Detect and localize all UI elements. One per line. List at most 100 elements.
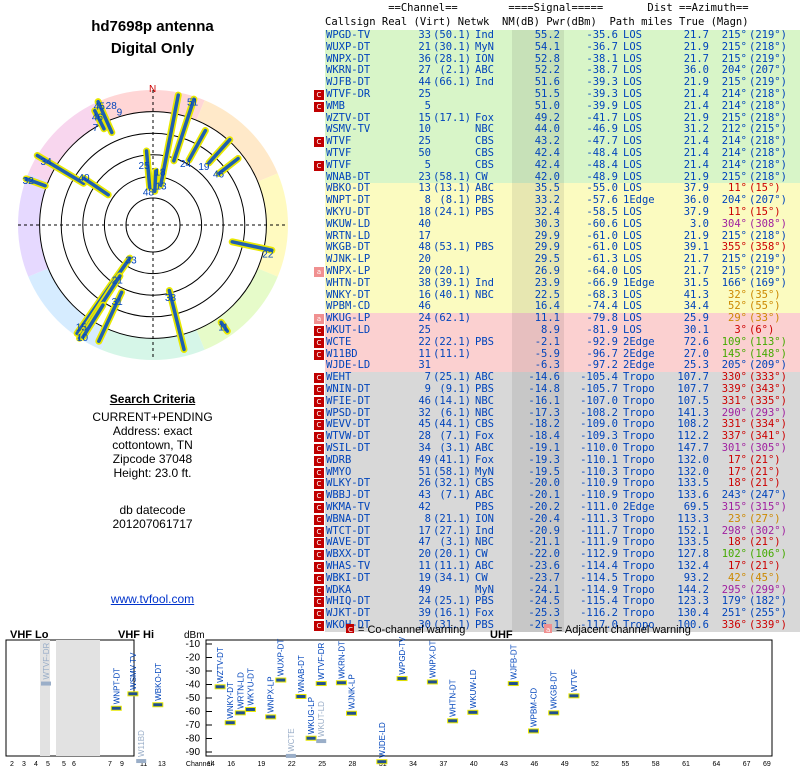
cell-net: Ind [475, 276, 494, 289]
spectrum-station-label: WSMV-TV [129, 652, 138, 690]
cell-tru: 215° [721, 40, 747, 53]
co-channel-badge: C [314, 455, 324, 466]
spectrum-bar [285, 753, 296, 758]
spectrum-bar [152, 702, 164, 708]
co-channel-badge: C [314, 326, 324, 336]
cell-dist: 72.6 [683, 335, 709, 348]
vhf-hi-label: VHF Hi [118, 629, 154, 641]
criteria-line-1: CURRENT+PENDING [92, 410, 213, 424]
table-row[interactable]: WKUW-LD 40 30.3 -60.6 LOS 3.0 304° (308°) [325, 217, 800, 231]
polar-channel-label: 10 [77, 333, 89, 344]
spectrum-station-label: WNAB-DT [297, 655, 306, 692]
spectrum-station-label: WKUG-LP [307, 697, 316, 734]
cell-nm: 30.3 [534, 217, 560, 230]
adj-legend-text: = Adjacent channel warning [556, 624, 691, 636]
table-row[interactable]: WBNA-DT 8 (21.1) ION -20.4 -111.3 Tropo 113.3 23… [325, 512, 800, 526]
cell-cs: WBKI-DT [326, 571, 371, 584]
table-row[interactable]: WMB 5 51.0 -39.9 LOS 21.4 214° (218°) [325, 99, 800, 113]
co-channel-badge: C [314, 420, 324, 431]
y-tick-label: -10 [186, 639, 201, 650]
co-channel-badge: C [314, 479, 324, 490]
polar-channel-label: 19 [198, 162, 210, 173]
tvfool-link[interactable]: www.tvfool.com [0, 592, 305, 606]
cell-dist: 21.4 [683, 158, 709, 171]
cell-net: CBS [475, 158, 494, 171]
polar-channel-label: 31 [112, 297, 124, 308]
cell-real: 21 [418, 40, 431, 53]
spectrum-chart: VHF Lo VHF Hi UHFdBm-10-20-30-40-50-60-70-… [5, 624, 773, 768]
spectrum-station-label: WKYU-DT [246, 668, 255, 705]
cell-dist: 21.9 [683, 40, 709, 53]
cell-virt: (17.1) [433, 111, 471, 124]
co-legend-text: = Co-channel warning [358, 624, 465, 636]
cell-real: 22 [418, 335, 431, 348]
criteria-heading: Search Criteria [109, 392, 196, 406]
cell-path: LOS [623, 158, 642, 171]
co-channel-badge: C [314, 396, 324, 407]
cell-mag: (335°) [749, 394, 787, 407]
x-tick-label: 46 [530, 761, 538, 768]
cell-nm: -20.4 [528, 512, 560, 525]
cell-nm: 23.9 [534, 276, 560, 289]
cell-cs: WDRB [326, 453, 352, 466]
spectrum-station-label: WTVF [570, 669, 579, 692]
co-channel-badge: C [314, 408, 324, 419]
spectrum-station-label: WNPT-DT [112, 668, 121, 705]
cell-virt: (22.1) [433, 335, 471, 348]
x-tick-label: 19 [258, 761, 266, 768]
criteria-line-4: Zipcode 37048 [112, 452, 193, 466]
spectrum-bar [376, 759, 388, 765]
cell-dist: 21.4 [683, 99, 709, 112]
x-tick-label: 40 [470, 761, 478, 768]
spectrum-station-label: WJNK-LP [348, 674, 357, 709]
cell-pwr: -110.1 [580, 453, 618, 466]
polar-channel-label: 22 [262, 250, 274, 261]
cell-virt: (40.1) [433, 288, 471, 301]
cell-virt: (11.1) [433, 347, 471, 360]
cell-path: Tropo [623, 512, 655, 525]
cell-tru: 17° [728, 453, 747, 466]
cell-dist: 113.3 [677, 512, 709, 525]
cell-nm: -16.1 [528, 394, 560, 407]
spectrum-bar [214, 684, 226, 690]
cell-path: 1Edge [623, 276, 655, 289]
co-channel-badge: C [314, 137, 324, 148]
polar-channel-label: 13 [155, 181, 167, 192]
table-row[interactable]: WFIE-DT 46 (14.1) NBC -16.1 -107.0 Tropo 107.5 3… [325, 394, 800, 408]
cell-real: 38 [418, 276, 431, 289]
spectrum-station-label: WRTN-LD [236, 672, 245, 709]
cell-pwr: -66.9 [586, 276, 618, 289]
x-tick-label: 22 [288, 761, 296, 768]
polar-channel-label: 45 [94, 101, 106, 112]
cell-path: 2Edge [623, 335, 655, 348]
table-row[interactable]: WCTE 22 (22.1) PBS -2.1 -92.9 2Edge 72.6 109° (11… [325, 335, 800, 349]
spectrum-station-label: W11BD [137, 730, 146, 757]
spectrum-station-label: WBKO-DT [154, 663, 163, 701]
cell-real: 5 [424, 158, 431, 171]
co-channel-badge: C [314, 503, 324, 513]
co-channel-badge: C [314, 432, 324, 443]
table-row[interactable]: WUXP-DT 21 (30.1) MyN 54.1 -36.7 LOS 21.9 215° (2… [325, 40, 800, 54]
table-row[interactable]: WTVF 5 CBS 42.4 -48.4 LOS 21.4 214° (218°) [325, 158, 800, 172]
co-channel-badge: C [314, 373, 324, 384]
cell-real: 49 [418, 453, 431, 466]
x-tick-label: 43 [500, 761, 508, 768]
table-row[interactable]: WBKI-DT 19 (34.1) CW -23.7 -114.5 Tropo 93.2 42°… [325, 571, 800, 585]
cell-dist: 3.0 [690, 217, 709, 230]
co-channel-badge: C [314, 609, 324, 620]
cell-cs: WMB [326, 99, 345, 112]
spectrum-bar [295, 694, 307, 700]
polar-channel-label: 32 [23, 176, 35, 187]
x-tick-label: 58 [652, 761, 660, 768]
table-row[interactable]: WHTN-DT 38 (39.1) Ind 23.9 -66.9 1Edge 31.5 166°… [325, 276, 800, 290]
table-row[interactable]: WDRB 49 (41.1) Fox -19.3 -110.1 Tropo 132.0 17°(… [325, 453, 800, 467]
cell-virt: (66.1) [433, 76, 471, 89]
cell-dist: 132.0 [677, 453, 709, 466]
x-tick-label: 69 [763, 761, 771, 768]
spectrum-bar [467, 709, 479, 715]
table-row[interactable]: WKUG-LP 24 (62.1) 11.1 -79.8 LOS 25.9 29° (33°) [325, 312, 800, 325]
criteria-line-3: cottontown, TN [112, 438, 193, 452]
x-tick-label: 64 [712, 761, 720, 768]
cell-path: Tropo [623, 453, 655, 466]
x-tick-label: 28 [349, 761, 357, 768]
